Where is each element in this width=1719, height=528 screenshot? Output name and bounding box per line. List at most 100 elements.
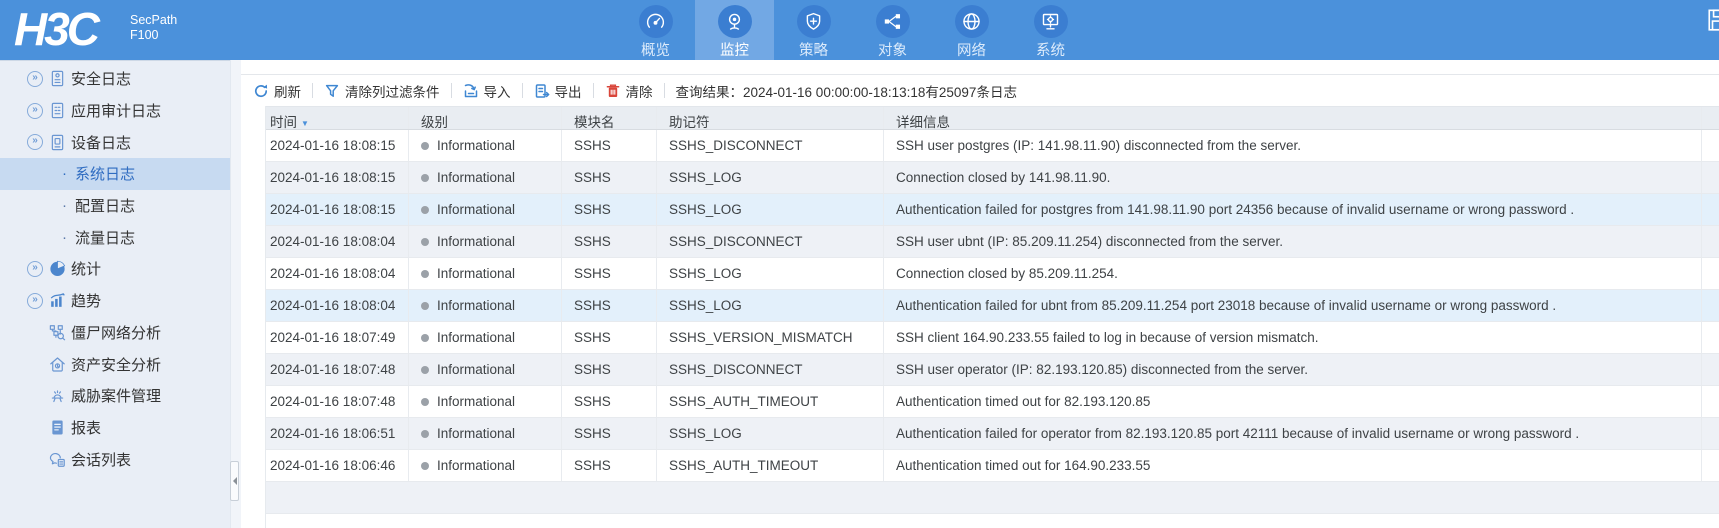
- log-level: Informational: [409, 450, 562, 481]
- trash-icon: [605, 83, 621, 99]
- sidebar-subitem-配置日志[interactable]: · 配置日志: [0, 190, 230, 222]
- save-configuration-icon[interactable]: [1706, 7, 1719, 33]
- product-name: SecPath F100: [130, 13, 177, 43]
- log-module: SSHS: [562, 450, 657, 481]
- log-detail: SSH client 164.90.233.55 failed to log i…: [884, 322, 1702, 353]
- toolbar-button-清除[interactable]: 清除: [605, 81, 653, 101]
- sidebar-subitem-流量日志[interactable]: · 流量日志: [0, 221, 230, 253]
- log-mnemonic: SSHS_DISCONNECT: [657, 354, 884, 385]
- log-level: Informational: [409, 354, 562, 385]
- log-module: SSHS: [562, 322, 657, 353]
- log-time: 2024-01-16 18:08:04: [266, 258, 409, 289]
- log-table: 时间 ▼ 级别 模块名 助记符 详细信息 2024-01-16 18:08:15 Infor…: [265, 106, 1719, 528]
- level-text: Informational: [437, 170, 516, 185]
- log-time: 2024-01-16 18:06:51: [266, 418, 409, 449]
- log-module: SSHS: [562, 290, 657, 321]
- log-row[interactable]: 2024-01-16 18:08:15 Informational SSHS SSHS…: [266, 194, 1719, 226]
- column-header-助记符[interactable]: 助记符: [657, 107, 884, 129]
- toolbar-button-label: 清除列过滤条件: [345, 84, 440, 100]
- log-row[interactable]: 2024-01-16 18:08:04 Informational SSHS SSHS…: [266, 226, 1719, 258]
- sidebar-item-威胁案件管理[interactable]: »威胁案件管理: [0, 380, 230, 412]
- log-level: Informational: [409, 226, 562, 257]
- toolbar-button-导出[interactable]: 导出: [534, 81, 582, 101]
- nav-tab-系统[interactable]: 系统: [1011, 0, 1090, 60]
- log-row[interactable]: 2024-01-16 18:08:15 Informational SSHS SSHS…: [266, 162, 1719, 194]
- log-level: Informational: [409, 162, 562, 193]
- sidebar-item-会话列表[interactable]: »会话列表: [0, 443, 230, 475]
- sidebar-item-设备日志[interactable]: » 设备日志: [0, 126, 230, 158]
- column-header-级别[interactable]: 级别: [409, 107, 562, 129]
- export-icon: [534, 83, 550, 99]
- column-header-label: 助记符: [669, 115, 710, 129]
- sidebar-subitem-label: 配置日志: [75, 198, 136, 216]
- nav-tab-策略[interactable]: 策略: [774, 0, 853, 60]
- expand-circle-icon[interactable]: »: [27, 102, 43, 119]
- log-row[interactable]: 2024-01-16 18:08:04 Informational SSHS SSHS…: [266, 258, 1719, 290]
- row-gutter: [1702, 130, 1719, 161]
- column-header-模块名[interactable]: 模块名: [562, 107, 657, 129]
- sidebar-item-统计[interactable]: » 统计: [0, 253, 230, 285]
- nav-tab-概览[interactable]: 概览: [616, 0, 695, 60]
- log-time: 2024-01-16 18:07:48: [266, 354, 409, 385]
- share-nodes-icon: [875, 5, 910, 38]
- log-detail: SSH user postgres (IP: 141.98.11.90) dis…: [884, 130, 1702, 161]
- log-time: 2024-01-16 18:08:15: [266, 130, 409, 161]
- column-header-时间[interactable]: 时间 ▼: [266, 107, 409, 129]
- toolbar-separator: [592, 83, 594, 98]
- expand-circle-icon[interactable]: »: [27, 292, 43, 309]
- log-detail: SSH user ubnt (IP: 85.209.11.254) discon…: [884, 226, 1702, 257]
- nav-tab-对象[interactable]: 对象: [853, 0, 932, 60]
- expand-circle-icon[interactable]: »: [27, 70, 43, 87]
- sidebar-item-趋势[interactable]: » 趋势: [0, 285, 230, 317]
- sort-desc-icon[interactable]: ▼: [301, 108, 309, 129]
- log-mnemonic: SSHS_DISCONNECT: [657, 226, 884, 257]
- expand-circle-icon[interactable]: »: [27, 134, 43, 151]
- log-detail: Connection closed by 85.209.11.254.: [884, 258, 1702, 289]
- sidebar-collapse-handle[interactable]: [230, 461, 239, 501]
- log-detail: Authentication timed out for 82.193.120.…: [884, 386, 1702, 417]
- nav-tab-网络[interactable]: 网络: [932, 0, 1011, 60]
- sidebar-subitem-系统日志[interactable]: · 系统日志: [0, 158, 230, 190]
- toolbar-button-导入[interactable]: 导入: [463, 81, 511, 101]
- toolbar-button-清除列过滤条件[interactable]: 清除列过滤条件: [324, 81, 440, 101]
- sidebar-item-应用审计日志[interactable]: » 应用审计日志: [0, 95, 230, 127]
- expand-circle-icon[interactable]: »: [27, 260, 43, 277]
- log-table-body: 2024-01-16 18:08:15 Informational SSHS SSHS…: [266, 130, 1719, 514]
- log-module: SSHS: [562, 386, 657, 417]
- log-time: 2024-01-16 18:08:15: [266, 194, 409, 225]
- toolbar-button-label: 刷新: [274, 84, 301, 100]
- sidebar-item-label: 设备日志: [71, 134, 132, 152]
- sidebar-item-资产安全分析[interactable]: »资产安全分析: [0, 348, 230, 380]
- log-row[interactable]: 2024-01-16 18:07:48 Informational SSHS SSHS…: [266, 386, 1719, 418]
- log-time: 2024-01-16 18:08:04: [266, 226, 409, 257]
- row-gutter: [1702, 450, 1719, 481]
- level-text: Informational: [437, 362, 516, 377]
- log-detail: Authentication timed out for 164.90.233.…: [884, 450, 1702, 481]
- column-header-详细信息[interactable]: 详细信息: [884, 107, 1702, 129]
- row-gutter: [1702, 354, 1719, 385]
- sidebar-item-僵尸网络分析[interactable]: »僵尸网络分析: [0, 317, 230, 349]
- log-level: Informational: [409, 418, 562, 449]
- row-gutter: [1702, 194, 1719, 225]
- nav-tab-监控[interactable]: 监控: [695, 0, 774, 60]
- level-dot-icon: [421, 398, 429, 406]
- log-row[interactable]: 2024-01-16 18:06:51 Informational SSHS SSHS…: [266, 418, 1719, 450]
- log-row[interactable]: 2024-01-16 18:06:46 Informational SSHS SSHS…: [266, 450, 1719, 482]
- log-detail: Authentication failed for postgres from …: [884, 194, 1702, 225]
- log-mnemonic: SSHS_VERSION_MISMATCH: [657, 322, 884, 353]
- toolbar-button-刷新[interactable]: 刷新: [253, 81, 301, 101]
- log-row[interactable]: 2024-01-16 18:08:15 Informational SSHS SSHS…: [266, 130, 1719, 162]
- bullet-icon: ·: [62, 197, 67, 215]
- log-row[interactable]: 2024-01-16 18:07:48 Informational SSHS SSHS…: [266, 354, 1719, 386]
- nav-tab-label: 对象: [878, 43, 907, 59]
- log-module: SSHS: [562, 226, 657, 257]
- log-module: SSHS: [562, 130, 657, 161]
- log-time: 2024-01-16 18:06:46: [266, 450, 409, 481]
- sidebar-item-安全日志[interactable]: » 安全日志: [0, 63, 230, 95]
- botnet-analysis-icon: [48, 323, 67, 342]
- log-row[interactable]: 2024-01-16 18:07:49 Informational SSHS SSHS…: [266, 322, 1719, 354]
- log-row-partial[interactable]: [266, 482, 1719, 514]
- log-row[interactable]: 2024-01-16 18:08:04 Informational SSHS SSHS…: [266, 290, 1719, 322]
- sidebar-item-报表[interactable]: »报表: [0, 412, 230, 444]
- threat-case-icon: [48, 386, 67, 405]
